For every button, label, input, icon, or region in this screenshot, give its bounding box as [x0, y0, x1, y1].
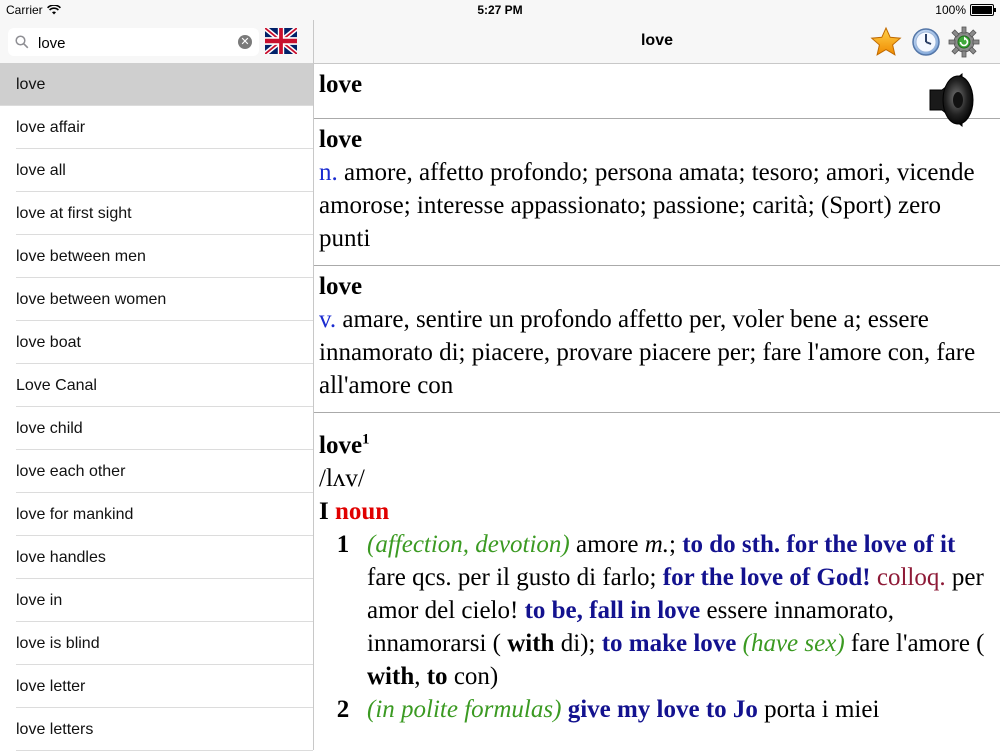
status-time: 5:27 PM: [477, 3, 523, 17]
word-list-pane: ✕ love love affair love all love at firs…: [0, 20, 314, 751]
list-item[interactable]: love letters: [0, 708, 313, 751]
preposition: to: [426, 663, 448, 690]
battery-percent: 100%: [935, 3, 966, 17]
list-item[interactable]: love all: [0, 149, 313, 192]
example-phrase: to make love: [601, 630, 737, 657]
status-bar: Carrier 5:27 PM 100%: [0, 0, 1000, 20]
settings-gear-icon[interactable]: [948, 26, 980, 58]
gender: m.: [644, 531, 669, 558]
example-phrase: give my love to Jo: [567, 696, 758, 723]
phonetic: /lʌv/: [319, 465, 365, 492]
headword: love: [319, 273, 363, 300]
list-item[interactable]: love boat: [0, 321, 313, 364]
sense-label: (in polite formulas): [367, 696, 562, 723]
clear-search-icon[interactable]: ✕: [238, 35, 252, 49]
register-label: colloq.: [876, 564, 946, 591]
translation: amore: [569, 531, 645, 558]
list-item[interactable]: love between men: [0, 235, 313, 278]
word-list: love love affair love all love at first …: [0, 63, 313, 751]
translation: di);: [554, 630, 602, 657]
dictionary-content: love love n. amore, affetto profondo; pe…: [314, 64, 1000, 750]
list-item[interactable]: love letter: [0, 665, 313, 708]
list-item[interactable]: Love Canal: [0, 364, 313, 407]
list-item[interactable]: love in: [0, 579, 313, 622]
list-item[interactable]: love at first sight: [0, 192, 313, 235]
uk-flag-icon[interactable]: [265, 28, 297, 54]
entry-verb: love v. amare, sentire un profondo affet…: [314, 266, 1000, 413]
sense-text: (affection, devotion) amore m.; to do st…: [367, 528, 994, 693]
sense-label: (have sex): [742, 630, 845, 657]
definition: v. amare, sentire un profondo affetto pe…: [319, 303, 994, 402]
part-of-speech-heading: I noun: [319, 495, 994, 528]
list-item[interactable]: love is blind: [0, 622, 313, 665]
sense-number: 1: [336, 531, 350, 558]
search-icon: [15, 35, 29, 49]
entry-noun: love n. amore, affetto profondo; persona…: [314, 119, 1000, 266]
entry-detailed: love1 /lʌv/ I noun 1 (affection, devotio…: [314, 413, 1000, 736]
sense-1: 1 (affection, devotion) amore m.; to do …: [319, 528, 994, 693]
star-icon[interactable]: [870, 26, 902, 58]
part-of-speech: n.: [319, 159, 338, 186]
example-phrase: to be, fall in love: [524, 597, 701, 624]
headword-text: love: [319, 432, 363, 459]
battery-icon: [970, 4, 996, 16]
translation: fare l'amore (: [844, 630, 985, 657]
sense-2: 2 (in polite formulas) give my love to J…: [319, 693, 994, 726]
headword: love1: [319, 429, 994, 462]
list-item[interactable]: love between women: [0, 278, 313, 321]
list-item[interactable]: love handles: [0, 536, 313, 579]
translation: fare qcs. per il gusto di farlo;: [367, 564, 663, 591]
translation: con): [447, 663, 499, 690]
definition: n. amore, affetto profondo; persona amat…: [319, 156, 994, 255]
roman-numeral: I: [319, 498, 329, 525]
definition-text: amore, affetto profondo; persona amata; …: [319, 159, 975, 252]
headword: love: [319, 71, 363, 98]
search-input[interactable]: [36, 31, 240, 55]
sense-label: (affection, devotion): [367, 531, 570, 558]
example-phrase: to do sth. for the love of it: [682, 531, 956, 558]
part-of-speech: noun: [334, 498, 390, 525]
list-item[interactable]: love affair: [0, 106, 313, 149]
entry-headword: love: [314, 64, 1000, 128]
search-box[interactable]: ✕: [8, 28, 259, 56]
separator: ;: [669, 531, 683, 558]
list-item[interactable]: love child: [0, 407, 313, 450]
history-clock-icon[interactable]: [910, 26, 942, 58]
definition-text: amare, sentire un profondo affetto per, …: [319, 306, 976, 399]
separator: ,: [414, 663, 427, 690]
preposition: with: [367, 663, 415, 690]
battery-info: 100%: [935, 3, 996, 17]
headword: love: [319, 126, 363, 153]
sense-number: 2: [336, 696, 350, 723]
list-item[interactable]: love each other: [0, 450, 313, 493]
part-of-speech: v.: [319, 306, 337, 333]
sense-text: (in polite formulas) give my love to Jo …: [367, 693, 994, 726]
example-phrase: for the love of God!: [662, 564, 871, 591]
search-bar: ✕: [0, 20, 313, 63]
list-item[interactable]: love for mankind: [0, 493, 313, 536]
homograph-number: 1: [362, 431, 370, 448]
list-item[interactable]: love: [0, 63, 313, 106]
preposition: with: [507, 630, 555, 657]
translation: porta i miei: [757, 696, 880, 723]
detail-header: love: [314, 20, 1000, 64]
